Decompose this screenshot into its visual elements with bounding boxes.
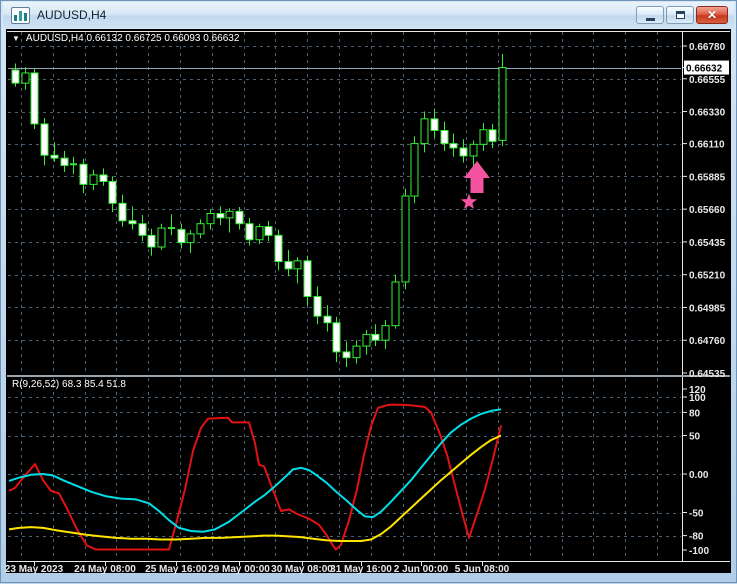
minimize-icon: [645, 17, 655, 21]
chart-ohlc-header: ▼ AUDUSD,H4 0.66132 0.66725 0.66093 0.66…: [12, 33, 239, 44]
restore-icon: [675, 11, 685, 19]
ohlc-text: AUDUSD,H4 0.66132 0.66725 0.66093 0.6663…: [25, 33, 240, 44]
close-button[interactable]: ✕: [696, 6, 728, 24]
close-icon: ✕: [706, 8, 718, 22]
chart-window: AUDUSD,H4 ✕ ▼ AUDUSD,H4 0.66132 0.66725 …: [0, 0, 737, 583]
window-controls: ✕: [636, 6, 728, 24]
title-bar[interactable]: AUDUSD,H4 ✕: [3, 2, 734, 28]
chevron-down-icon[interactable]: ▼: [12, 34, 20, 43]
chart-area[interactable]: [6, 29, 731, 573]
minimize-button[interactable]: [636, 6, 664, 24]
window-title: AUDUSD,H4: [37, 8, 107, 22]
indicator-label: R(9,26,52) 68.3 85.4 51.8: [12, 379, 126, 390]
chart-window-icon[interactable]: [11, 6, 30, 24]
restore-button[interactable]: [666, 6, 694, 24]
